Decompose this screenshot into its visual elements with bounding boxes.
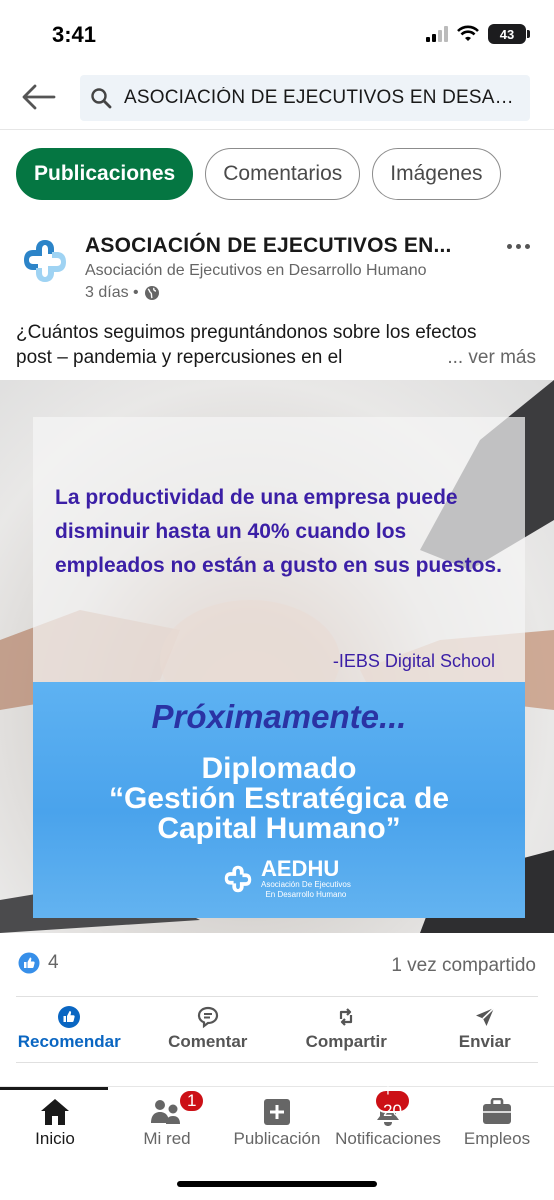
filter-publicaciones[interactable]: Publicaciones (16, 148, 194, 200)
search-input[interactable]: ASOCIACIÓN DE EJECUTIVOS EN DESAR... (80, 75, 530, 121)
send-label: Enviar (458, 1032, 511, 1051)
filter-pills: Publicaciones Comentarios Imágenes (16, 148, 501, 200)
home-icon (39, 1095, 71, 1129)
status-time: 3:41 (52, 22, 97, 47)
reaction-count: 4 (48, 952, 59, 973)
battery-icon: 43 (488, 24, 530, 44)
post-image[interactable]: La productividad de una empresa puede di… (0, 380, 554, 933)
promo-title-line2: “Gestión Estratégica de (108, 782, 450, 815)
search-header: ASOCIACIÓN DE EJECUTIVOS EN DESAR... (0, 62, 554, 130)
filter-imagenes[interactable]: Imágenes (372, 148, 501, 200)
send-icon (473, 1005, 497, 1029)
divider (16, 996, 538, 997)
search-query: ASOCIACIÓN DE EJECUTIVOS EN DESAR... (124, 87, 524, 108)
share-count[interactable]: 1 vez compartido (391, 955, 536, 977)
thumbs-up-icon (57, 1005, 81, 1029)
share-label: Compartir (305, 1032, 387, 1051)
post-text-line1: ¿Cuántos seguimos preguntándonos sobre l… (16, 322, 477, 343)
back-arrow-icon (22, 84, 56, 110)
nav-publicacion-label: Publicación (233, 1129, 321, 1148)
aedhu-logo-name: AEDHU (261, 856, 340, 881)
status-bar: 3:41 43 (0, 0, 554, 62)
nav-notificaciones-label: Notificaciones (335, 1129, 441, 1148)
author-logo[interactable] (18, 234, 72, 288)
nav-publicacion[interactable]: Publicación (229, 1095, 325, 1149)
promo-title-line3: Capital Humano” (157, 812, 401, 845)
more-dot-icon (524, 243, 530, 249)
promo-card: Próximamente... Diplomado “Gestión Estra… (33, 682, 525, 918)
aedhu-logo-sub2: En Desarrollo Humano (265, 890, 347, 899)
aedhu-logo-icon (224, 865, 252, 893)
globe-icon (144, 286, 159, 300)
promo-title: Diplomado “Gestión Estratégica de Capita… (33, 754, 525, 844)
aedhu-logo-sub1: Asociación De Ejecutivos (261, 880, 351, 889)
status-icons: 43 (426, 24, 530, 44)
post-more-button[interactable] (500, 236, 536, 256)
nav-empleos[interactable]: Empleos (462, 1095, 532, 1149)
promo-title-line1: Diplomado (201, 752, 357, 785)
post-author[interactable]: ASOCIACIÓN DE EJECUTIVOS EN... (85, 234, 452, 258)
nav-notificaciones[interactable]: + 20 Notificaciones (335, 1081, 441, 1149)
comment-label: Comentar (168, 1032, 248, 1051)
reaction-summary[interactable]: 4 (18, 952, 59, 974)
notifications-badge: + 20 (374, 1081, 411, 1120)
nav-inicio-label: Inicio (35, 1129, 75, 1148)
share-button[interactable]: Compartir (277, 1005, 416, 1061)
comment-icon (196, 1005, 220, 1029)
briefcase-icon (482, 1095, 512, 1129)
back-button[interactable] (18, 78, 60, 116)
recommend-label: Recomendar (17, 1032, 121, 1051)
post-time-text: 3 días • (85, 284, 139, 301)
post-timestamp: 3 días • (85, 284, 160, 302)
wifi-icon (457, 25, 479, 41)
network-badge: 1 (178, 1089, 206, 1113)
comment-button[interactable]: Comentar (139, 1005, 278, 1061)
promo-soon: Próximamente... (151, 698, 407, 735)
post-text-line2: post – pandemia y repercusiones en el (16, 347, 343, 368)
quote-source: -IEBS Digital School (332, 651, 495, 671)
nav-active-indicator (0, 1087, 108, 1090)
signal-icon (426, 26, 448, 42)
post-text: ¿Cuántos seguimos preguntándonos sobre l… (16, 320, 536, 370)
filter-comentarios[interactable]: Comentarios (205, 148, 361, 200)
send-button[interactable]: Enviar (416, 1005, 554, 1061)
nav-inicio[interactable]: Inicio (30, 1095, 80, 1149)
network-icon: 1 (150, 1089, 206, 1129)
post-author-subtitle: Asociación de Ejecutivos en Desarrollo H… (85, 262, 427, 279)
quote-text: La productividad de una empresa puede di… (55, 486, 502, 577)
nav-mi-red[interactable]: 1 Mi red (137, 1089, 206, 1149)
search-icon (88, 85, 114, 111)
more-dot-icon (506, 243, 512, 249)
recommend-button[interactable]: Recomendar (0, 1005, 139, 1061)
see-more-link[interactable]: ... ver más (447, 345, 536, 370)
divider (16, 1062, 538, 1063)
home-indicator (177, 1181, 377, 1187)
post-actions: Recomendar Comentar Compartir Enviar (0, 1005, 554, 1061)
bell-icon: + 20 (374, 1081, 411, 1129)
nav-mi-red-label: Mi red (143, 1129, 191, 1148)
repost-icon (334, 1005, 358, 1029)
nav-empleos-label: Empleos (463, 1129, 531, 1148)
like-reaction-icon (18, 952, 40, 974)
more-dot-icon (515, 243, 521, 249)
aedhu-logo: AEDHU Asociación De Ejecutivos En Desarr… (221, 858, 351, 900)
quote-card: La productividad de una empresa puede di… (33, 417, 525, 682)
plus-square-icon (263, 1095, 291, 1129)
